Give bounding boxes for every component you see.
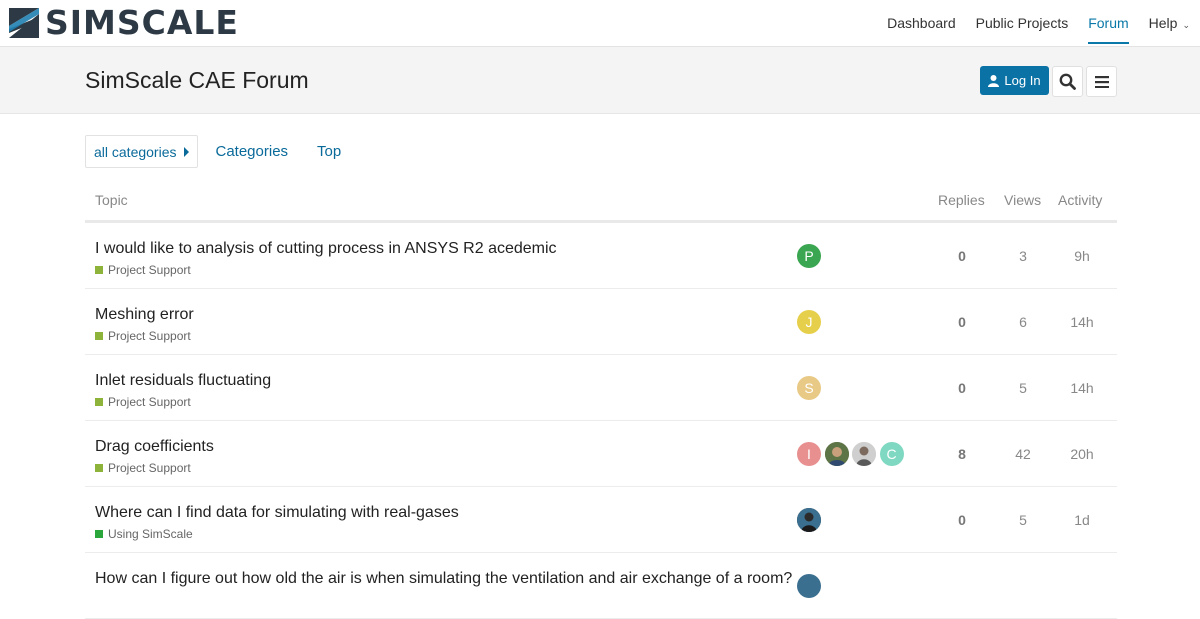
topic-title-link[interactable]: Inlet residuals fluctuating — [95, 372, 271, 390]
column-header-replies[interactable]: Replies — [938, 192, 985, 208]
search-button[interactable] — [1052, 66, 1083, 97]
nav-help-menu[interactable]: Help ⌄ — [1149, 0, 1190, 47]
topic-category-label: Project Support — [108, 263, 191, 277]
nav-forum-link[interactable]: Forum — [1088, 0, 1130, 47]
topic-activity-time[interactable]: 14h — [1062, 314, 1102, 330]
topic-activity-time[interactable]: 9h — [1062, 248, 1102, 264]
topic-title-link[interactable]: Drag coefficients — [95, 438, 214, 456]
avatar[interactable] — [824, 442, 849, 466]
topic-category-label: Project Support — [108, 461, 191, 475]
topic-title-link[interactable]: I would like to analysis of cutting proc… — [95, 240, 557, 258]
topic-category-badge[interactable]: Project Support — [95, 395, 191, 409]
topic-replies-count: 0 — [958, 248, 966, 264]
category-color-swatch — [95, 266, 103, 274]
hamburger-menu-button[interactable] — [1086, 66, 1117, 97]
login-button[interactable]: Log In — [980, 66, 1049, 95]
topic-row: Meshing error Project Support J 0 6 14h — [85, 289, 1117, 355]
hamburger-menu-icon — [1094, 75, 1109, 88]
topic-list: Topic Replies Views Activity I would lik… — [85, 180, 1117, 619]
topic-views-count: 5 — [1019, 380, 1027, 396]
avatar[interactable] — [852, 442, 876, 466]
topic-posters: S — [797, 376, 825, 400]
top-nav-links: Dashboard Public Projects Forum Help ⌄ — [867, 0, 1190, 47]
user-photo-icon — [824, 442, 849, 466]
user-photo-icon — [797, 508, 821, 532]
category-color-swatch — [95, 398, 103, 406]
user-photo-icon — [852, 442, 876, 466]
topic-row: I would like to analysis of cutting proc… — [85, 223, 1117, 289]
topic-category-label: Project Support — [108, 329, 191, 343]
nav-public-projects-link[interactable]: Public Projects — [976, 0, 1069, 47]
avatar[interactable]: J — [797, 310, 821, 334]
topic-replies-count: 0 — [958, 512, 966, 528]
filter-top-link[interactable]: Top — [317, 143, 341, 160]
user-icon — [988, 74, 1000, 87]
topic-views-count: 3 — [1019, 248, 1027, 264]
category-dropdown-label: all categories — [94, 143, 177, 160]
topic-posters: J — [797, 310, 825, 334]
filter-categories-link[interactable]: Categories — [216, 143, 289, 160]
forum-header: SimScale CAE Forum Log In — [0, 47, 1200, 114]
topic-posters: I C — [797, 442, 907, 466]
topic-category-badge[interactable]: Project Support — [95, 461, 191, 475]
topic-row: Drag coefficients Project Support I C 8 … — [85, 421, 1117, 487]
topic-title-link[interactable]: How can I figure out how old the air is … — [95, 570, 792, 588]
avatar[interactable]: S — [797, 376, 821, 400]
topic-category-label: Project Support — [108, 395, 191, 409]
column-header-activity[interactable]: Activity — [1058, 192, 1102, 208]
avatar[interactable] — [797, 508, 821, 532]
topic-activity-time[interactable]: 20h — [1062, 446, 1102, 462]
simscale-logo[interactable]: SIMSCALE — [9, 6, 239, 40]
category-color-swatch — [95, 530, 103, 538]
page-title: SimScale CAE Forum — [85, 67, 309, 93]
caret-right-icon — [183, 146, 189, 157]
topic-activity-time[interactable]: 14h — [1062, 380, 1102, 396]
topic-list-header: Topic Replies Views Activity — [85, 180, 1117, 223]
topic-posters: P — [797, 244, 825, 268]
topic-replies-count: 0 — [958, 314, 966, 330]
category-color-swatch — [95, 464, 103, 472]
category-color-swatch — [95, 332, 103, 340]
topic-title-link[interactable]: Where can I find data for simulating wit… — [95, 504, 459, 522]
brand-name: SIMSCALE — [45, 3, 239, 42]
topic-views-count: 6 — [1019, 314, 1027, 330]
chevron-down-icon: ⌄ — [1182, 20, 1190, 30]
topic-filters: all categories Categories Top — [85, 135, 341, 168]
nav-help-label: Help — [1148, 15, 1178, 31]
topic-views-count: 5 — [1019, 512, 1027, 528]
topic-views-count: 42 — [1015, 446, 1031, 462]
avatar[interactable]: I — [797, 442, 821, 466]
login-label: Log In — [1004, 73, 1041, 88]
topic-posters — [797, 508, 825, 532]
category-dropdown[interactable]: all categories — [85, 135, 198, 168]
topic-category-badge[interactable]: Project Support — [95, 329, 191, 343]
topic-posters — [797, 574, 825, 598]
topic-row: Inlet residuals fluctuating Project Supp… — [85, 355, 1117, 421]
topic-activity-time[interactable]: 1d — [1062, 512, 1102, 528]
avatar[interactable] — [797, 574, 821, 598]
nav-dashboard-link[interactable]: Dashboard — [887, 0, 956, 47]
topic-replies-count: 0 — [958, 380, 966, 396]
avatar[interactable]: C — [879, 442, 904, 466]
topic-row: How can I figure out how old the air is … — [85, 553, 1117, 619]
topic-category-badge[interactable]: Using SimScale — [95, 527, 193, 541]
column-header-views[interactable]: Views — [1004, 192, 1041, 208]
topic-replies-count: 8 — [958, 446, 966, 462]
column-header-topic[interactable]: Topic — [95, 192, 128, 208]
search-icon — [1059, 73, 1076, 90]
top-navigation: SIMSCALE Dashboard Public Projects Forum… — [0, 0, 1200, 47]
avatar[interactable]: P — [797, 244, 821, 268]
simscale-logo-mark-icon — [9, 8, 39, 38]
topic-category-badge[interactable]: Project Support — [95, 263, 191, 277]
topic-title-link[interactable]: Meshing error — [95, 306, 194, 324]
topic-category-label: Using SimScale — [108, 527, 193, 541]
topic-row: Where can I find data for simulating wit… — [85, 487, 1117, 553]
